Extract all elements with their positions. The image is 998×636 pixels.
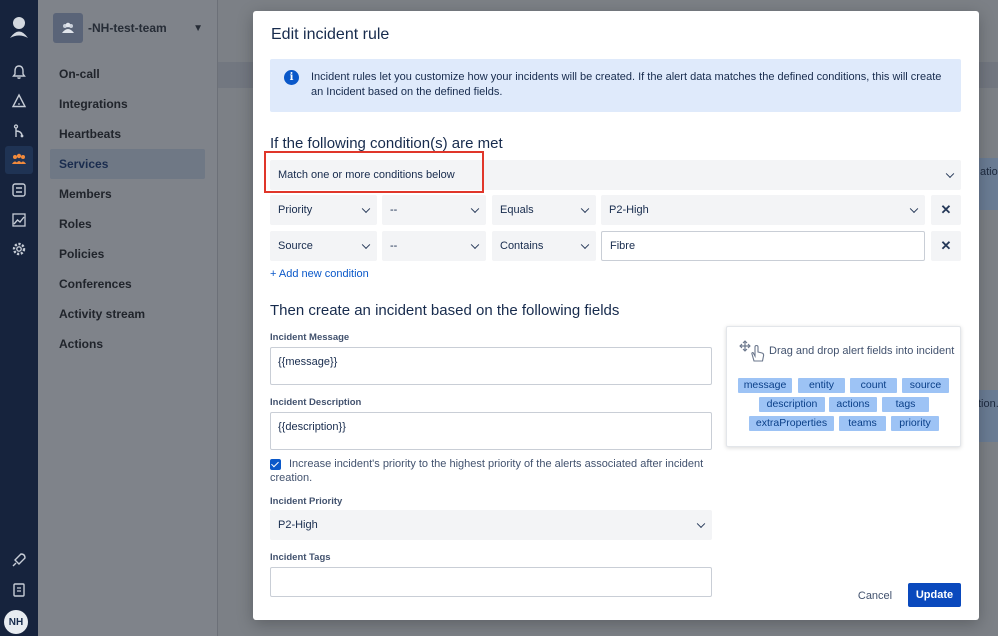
incident-message-label: Incident Message [270,332,350,343]
bell-icon[interactable] [5,58,33,86]
nav-item-roles[interactable]: Roles [50,209,205,239]
app-rail: NH [0,0,38,636]
escalation-icon[interactable] [5,117,33,145]
incident-description-label: Incident Description [270,397,362,408]
services-icon[interactable] [5,176,33,204]
condition-value: P2-High [609,204,649,216]
user-avatar[interactable]: NH [4,610,28,634]
field-chip-teams[interactable]: teams [839,416,886,431]
edit-incident-rule-modal: Edit incident rule i Incident rules let … [253,11,979,620]
chevron-down-icon [696,519,706,529]
condition-field-value: Source [278,240,313,252]
field-chip-entity[interactable]: entity [798,378,845,393]
drag-hand-icon [739,340,765,362]
teams-icon[interactable] [5,146,33,174]
incident-priority-value: P2-High [278,519,318,531]
chevron-down-icon [361,204,371,214]
condition-sub-select[interactable]: -- [382,195,486,225]
drag-panel-header: Drag and drop alert fields into incident [739,339,954,363]
condition-field-value: Priority [278,204,313,216]
chevron-down-icon [470,204,480,214]
chevron-down-icon [909,204,919,214]
analytics-icon[interactable] [5,206,33,234]
alert-icon[interactable] [5,87,33,115]
remove-condition-button[interactable]: ✕ [931,231,961,261]
nav-item-services[interactable]: Services [50,149,205,179]
condition-sub-select[interactable]: -- [382,231,486,261]
team-group-icon [53,13,83,43]
chevron-down-icon [580,204,590,214]
nav-item-integrations[interactable]: Integrations [50,89,205,119]
team-nav: On-call Integrations Heartbeats Services… [50,59,205,359]
info-icon: i [284,70,299,85]
team-name: -NH-test-team [88,21,167,35]
field-chip-message[interactable]: message [738,378,792,393]
nav-item-policies[interactable]: Policies [50,239,205,269]
incident-message-input[interactable]: {{message}} [270,347,712,385]
highlight-box [264,151,484,193]
chevron-down-icon [945,169,955,179]
modal-title: Edit incident rule [271,26,390,43]
incident-priority-label: Incident Priority [270,496,343,507]
condition-sub-value: -- [390,204,398,216]
condition-sub-value: -- [390,240,398,252]
increase-priority-checkbox[interactable] [270,459,281,470]
team-switcher[interactable]: -NH-test-team ▼ [53,13,203,43]
field-chip-extraproperties[interactable]: extraProperties [749,416,834,431]
condition-operator-value: Equals [500,204,534,216]
incident-description-input[interactable]: {{description}} [270,412,712,450]
conditions-heading: If the following condition(s) are met [270,135,503,152]
condition-field-select[interactable]: Priority [270,195,377,225]
alert-fields-panel: Drag and drop alert fields into incident… [726,326,961,447]
docs-icon[interactable] [5,576,33,604]
add-condition-link[interactable]: + Add new condition [270,268,369,280]
incident-tags-label: Incident Tags [270,552,331,563]
condition-value-input[interactable]: Fibre [601,231,925,261]
field-chip-description[interactable]: description [759,397,825,412]
remove-condition-button[interactable]: ✕ [931,195,961,225]
incident-tags-input[interactable] [270,567,712,597]
condition-field-select[interactable]: Source [270,231,377,261]
backdrop-fragment: ation [978,158,998,210]
condition-value: Fibre [610,240,636,252]
increase-priority-text: Increase incident's priority to the high… [270,458,704,484]
fields-heading: Then create an incident based on the fol… [270,302,620,319]
field-chip-actions[interactable]: actions [829,397,877,412]
info-banner: i Incident rules let you customize how y… [270,59,961,112]
chevron-down-icon[interactable]: ▼ [193,23,203,34]
condition-value-select[interactable]: P2-High [601,195,925,225]
condition-operator-select[interactable]: Equals [492,195,596,225]
app-logo-icon[interactable] [5,14,33,42]
field-chip-tags[interactable]: tags [882,397,929,412]
condition-operator-value: Contains [500,240,544,252]
nav-item-on-call[interactable]: On-call [50,59,205,89]
chevron-down-icon [470,240,480,250]
incident-priority-select[interactable]: P2-High [270,510,712,540]
chevron-down-icon [361,240,371,250]
nav-item-heartbeats[interactable]: Heartbeats [50,119,205,149]
chevron-down-icon [580,240,590,250]
rocket-icon[interactable] [5,546,33,574]
nav-item-activity-stream[interactable]: Activity stream [50,299,205,329]
team-sidebar: -NH-test-team ▼ On-call Integrations Hea… [38,0,218,636]
backdrop-fragment: tion. [978,390,998,442]
cancel-button[interactable]: Cancel [853,585,897,607]
info-text: Incident rules let you customize how you… [311,71,942,98]
field-chip-source[interactable]: source [902,378,949,393]
field-chip-priority[interactable]: priority [891,416,939,431]
field-chip-count[interactable]: count [850,378,897,393]
nav-item-members[interactable]: Members [50,179,205,209]
nav-item-actions[interactable]: Actions [50,329,205,359]
nav-item-conferences[interactable]: Conferences [50,269,205,299]
condition-operator-select[interactable]: Contains [492,231,596,261]
settings-gear-icon[interactable] [5,235,33,263]
drag-panel-title: Drag and drop alert fields into incident [769,345,955,357]
update-button[interactable]: Update [908,583,961,607]
